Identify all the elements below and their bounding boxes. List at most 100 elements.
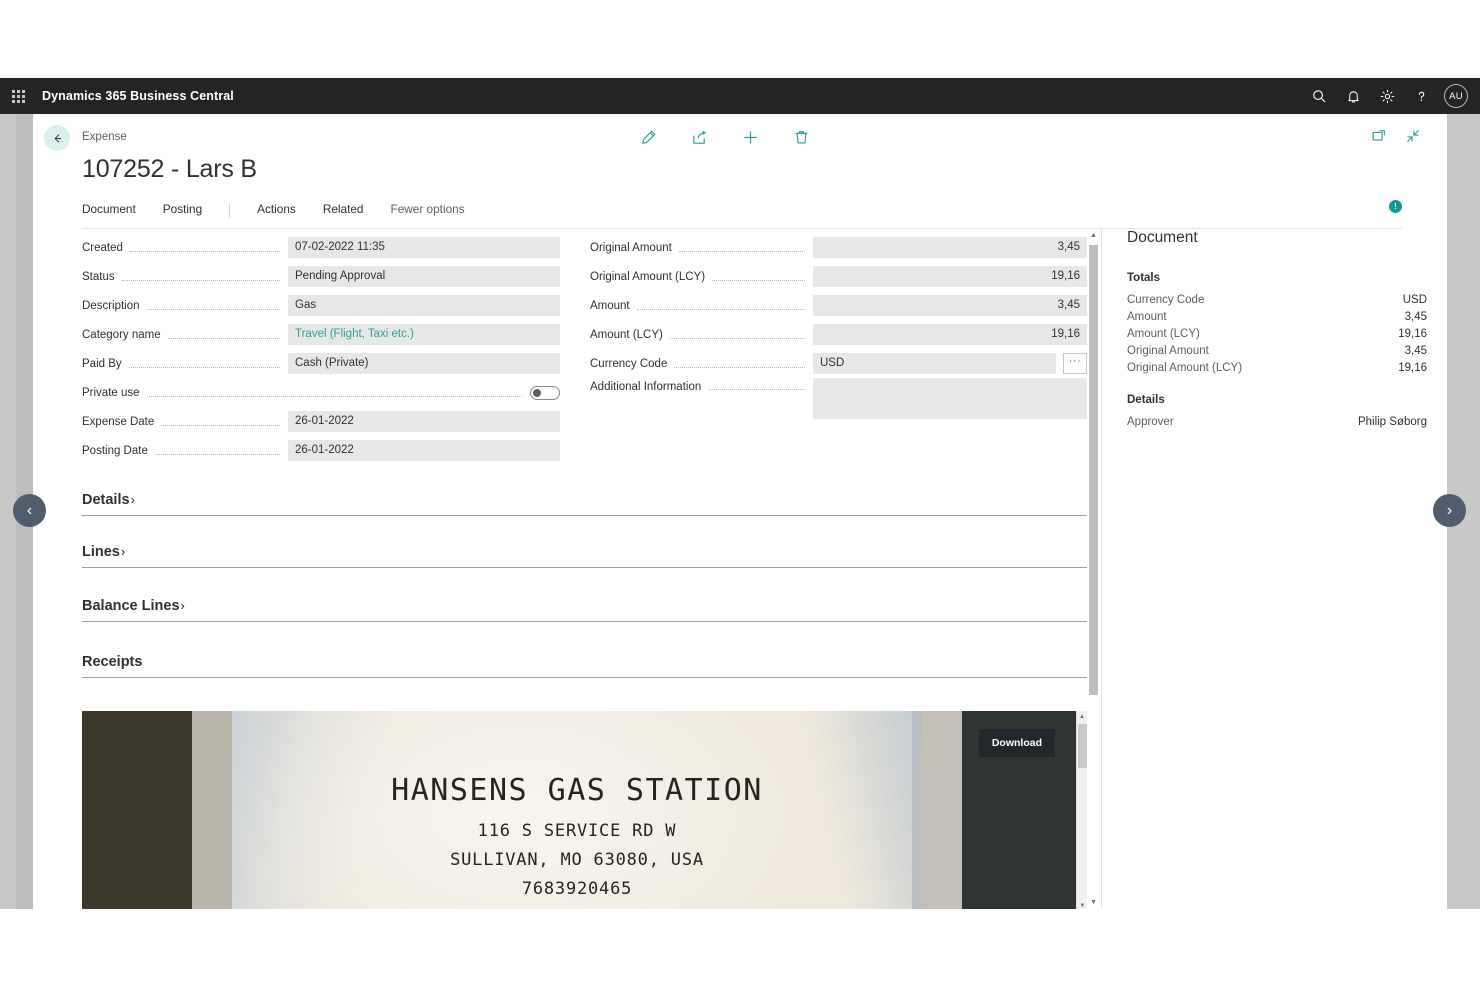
private-use-toggle[interactable] bbox=[530, 385, 560, 400]
settings-button[interactable] bbox=[1372, 81, 1402, 111]
toggle-knob bbox=[533, 388, 541, 397]
previous-record-button[interactable]: ‹ bbox=[13, 494, 46, 527]
field-expense-date: Expense Date 26-01-2022 bbox=[82, 407, 560, 436]
field-label: Currency Code bbox=[590, 357, 668, 370]
menu-bar: Document Posting Actions Related Fewer o… bbox=[82, 200, 1402, 229]
factbox-row: Currency Code USD bbox=[1127, 291, 1427, 308]
field-label: Description bbox=[82, 299, 140, 312]
field-label: Expense Date bbox=[82, 415, 155, 428]
menu-item-document[interactable]: Document bbox=[82, 202, 136, 216]
notifications-button[interactable] bbox=[1338, 81, 1368, 111]
share-icon bbox=[692, 130, 706, 144]
dot-leader bbox=[712, 280, 805, 281]
scroll-down-icon[interactable]: ▼ bbox=[1077, 900, 1087, 909]
section-title: Balance Lines bbox=[82, 598, 180, 614]
field-amount-lcy: Amount (LCY) 19,16 bbox=[590, 320, 1087, 349]
factbox-row: Amount 3,45 bbox=[1127, 308, 1427, 325]
field-label: Paid By bbox=[82, 357, 122, 370]
section-details[interactable]: Details› bbox=[82, 491, 1087, 516]
content-scrollbar[interactable]: ▲ ▼ bbox=[1087, 229, 1100, 909]
app-launcher-button[interactable] bbox=[0, 78, 36, 114]
user-avatar[interactable]: AU bbox=[1444, 84, 1468, 108]
factbox-row: Original Amount 3,45 bbox=[1127, 342, 1427, 359]
field-category-name: Category name Travel (Flight, Taxi etc.) bbox=[82, 320, 560, 349]
open-new-window-icon bbox=[1372, 130, 1385, 141]
receipt-street: 116 S SERVICE RD W bbox=[477, 821, 677, 841]
section-title: Lines bbox=[82, 544, 120, 560]
row-label: Original Amount (LCY) bbox=[1127, 361, 1243, 374]
created-input[interactable]: 07-02-2022 11:35 bbox=[288, 237, 560, 258]
chevron-right-icon: › bbox=[180, 598, 185, 613]
breadcrumb[interactable]: Expense bbox=[82, 131, 127, 143]
chevron-right-icon: › bbox=[130, 492, 135, 507]
original-amount-input[interactable]: 3,45 bbox=[813, 237, 1087, 258]
currency-code-lookup-button[interactable]: ··· bbox=[1063, 353, 1087, 374]
factbox-spacer bbox=[1127, 376, 1427, 394]
delete-button[interactable] bbox=[786, 122, 816, 152]
dot-leader bbox=[678, 251, 805, 252]
section-balance-lines[interactable]: Balance Lines› bbox=[82, 597, 1087, 622]
field-status: Status Pending Approval bbox=[82, 262, 560, 291]
receipt-text-content: HANSENS GAS STATION 116 S SERVICE RD W S… bbox=[232, 711, 922, 909]
original-amount-lcy-input[interactable]: 19,16 bbox=[813, 266, 1087, 287]
status-badge[interactable]: ! bbox=[1389, 200, 1402, 213]
open-in-new-window-button[interactable] bbox=[1369, 126, 1389, 146]
menu-item-fewer-options[interactable]: Fewer options bbox=[391, 202, 465, 216]
plus-icon bbox=[743, 130, 757, 144]
factbox-row: Amount (LCY) 19,16 bbox=[1127, 325, 1427, 342]
section-title: Details bbox=[82, 492, 130, 508]
field-private-use: Private use bbox=[82, 378, 560, 407]
top-navigation-bar: Dynamics 365 Business Central AU bbox=[0, 78, 1480, 114]
expense-date-input[interactable]: 26-01-2022 bbox=[288, 411, 560, 432]
search-button[interactable] bbox=[1304, 81, 1334, 111]
dot-leader bbox=[146, 309, 280, 310]
section-lines[interactable]: Lines› bbox=[82, 543, 1087, 568]
edit-button[interactable] bbox=[633, 122, 663, 152]
dot-leader bbox=[146, 396, 522, 397]
dot-leader bbox=[128, 367, 280, 368]
factbox-details-heading: Details bbox=[1127, 394, 1165, 406]
currency-code-input[interactable]: USD bbox=[813, 353, 1056, 374]
field-amount: Amount 3,45 bbox=[590, 291, 1087, 320]
factbox-row: Original Amount (LCY) 19,16 bbox=[1127, 359, 1427, 376]
scroll-up-icon[interactable]: ▲ bbox=[1087, 229, 1100, 242]
status-input[interactable]: Pending Approval bbox=[288, 266, 560, 287]
field-description: Description Gas bbox=[82, 291, 560, 320]
amount-lcy-input[interactable]: 19,16 bbox=[813, 324, 1087, 345]
scrollbar-thumb[interactable] bbox=[1089, 245, 1098, 695]
field-label: Posting Date bbox=[82, 444, 148, 457]
scrollbar-thumb[interactable] bbox=[1078, 724, 1087, 768]
scroll-up-icon[interactable]: ▲ bbox=[1077, 711, 1087, 722]
expense-card-page: Expense 107252 - Lars B Document Posting… bbox=[33, 114, 1447, 909]
back-button[interactable] bbox=[44, 125, 70, 151]
share-button[interactable] bbox=[684, 122, 714, 152]
page-window-controls bbox=[1369, 126, 1423, 146]
help-button[interactable] bbox=[1406, 81, 1436, 111]
posting-date-input[interactable]: 26-01-2022 bbox=[288, 440, 560, 461]
additional-information-input[interactable] bbox=[813, 378, 1087, 419]
field-original-amount: Original Amount 3,45 bbox=[590, 233, 1087, 262]
category-name-input[interactable]: Travel (Flight, Taxi etc.) bbox=[288, 324, 560, 345]
minimize-button[interactable] bbox=[1403, 126, 1423, 146]
receipt-phone: 7683920465 bbox=[521, 879, 633, 899]
menu-item-posting[interactable]: Posting bbox=[163, 202, 202, 216]
row-value: USD bbox=[1402, 293, 1427, 306]
receipt-scrollbar[interactable]: ▲ ▼ bbox=[1076, 711, 1087, 909]
dot-leader bbox=[669, 338, 805, 339]
amount-input[interactable]: 3,45 bbox=[813, 295, 1087, 316]
field-label: Private use bbox=[82, 386, 140, 399]
description-input[interactable]: Gas bbox=[288, 295, 560, 316]
menu-separator bbox=[229, 203, 231, 218]
trash-icon bbox=[794, 130, 808, 144]
search-icon bbox=[1312, 89, 1326, 103]
paid-by-input[interactable]: Cash (Private) bbox=[288, 353, 560, 374]
field-label: Status bbox=[82, 270, 115, 283]
section-receipts[interactable]: Receipts bbox=[82, 653, 1087, 678]
new-button[interactable] bbox=[735, 122, 765, 152]
menu-item-related[interactable]: Related bbox=[323, 202, 364, 216]
scroll-down-icon[interactable]: ▼ bbox=[1087, 896, 1100, 909]
row-label: Amount bbox=[1127, 310, 1167, 323]
menu-item-actions[interactable]: Actions bbox=[257, 202, 296, 216]
download-button[interactable]: Download bbox=[978, 729, 1055, 757]
next-record-button[interactable]: › bbox=[1433, 494, 1466, 527]
